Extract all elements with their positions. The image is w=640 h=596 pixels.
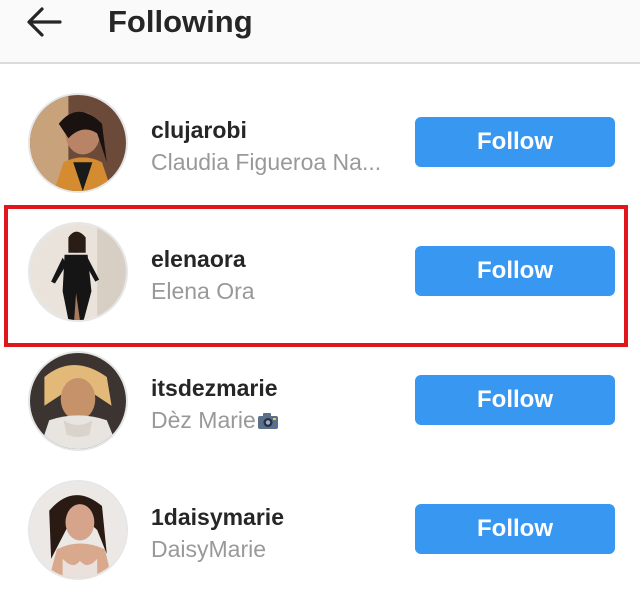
follow-button[interactable]: Follow [415,375,615,425]
follow-button[interactable]: Follow [415,117,615,167]
list-item[interactable]: 1daisymarie DaisyMarie Follow [0,477,640,596]
back-button[interactable] [24,4,64,40]
avatar[interactable] [28,93,128,193]
header-bar: Following [0,0,640,64]
username[interactable]: clujarobi [151,116,247,144]
avatar-image [30,224,126,320]
full-name: DaisyMarie [151,536,267,562]
avatar-image [30,353,126,449]
list-item[interactable]: elenaora Elena Ora Follow [0,219,640,348]
follow-button[interactable]: Follow [415,504,615,554]
list-item[interactable]: clujarobi Claudia Figueroa Na... Follow [0,90,640,219]
username[interactable]: itsdezmarie [151,374,278,402]
avatar[interactable] [28,351,128,451]
back-arrow-icon [27,7,62,37]
page-title: Following [108,4,253,39]
username[interactable]: 1daisymarie [151,503,284,531]
avatar-image [30,482,126,578]
camera-emoji-icon [257,413,278,429]
avatar[interactable] [28,222,128,322]
username[interactable]: elenaora [151,245,246,273]
list-item[interactable]: itsdezmarie Dèz Marie Follow [0,348,640,477]
following-screen: Following clujarobi Claudia Figueroa Na.… [0,0,640,596]
full-name: Claudia Figueroa Na... [151,149,382,175]
full-name-text: Dèz Marie [151,407,256,433]
avatar-image [30,95,126,191]
follow-button[interactable]: Follow [415,246,615,296]
full-name: Dèz Marie [151,406,279,434]
avatar[interactable] [28,480,128,580]
full-name: Elena Ora [151,278,255,304]
